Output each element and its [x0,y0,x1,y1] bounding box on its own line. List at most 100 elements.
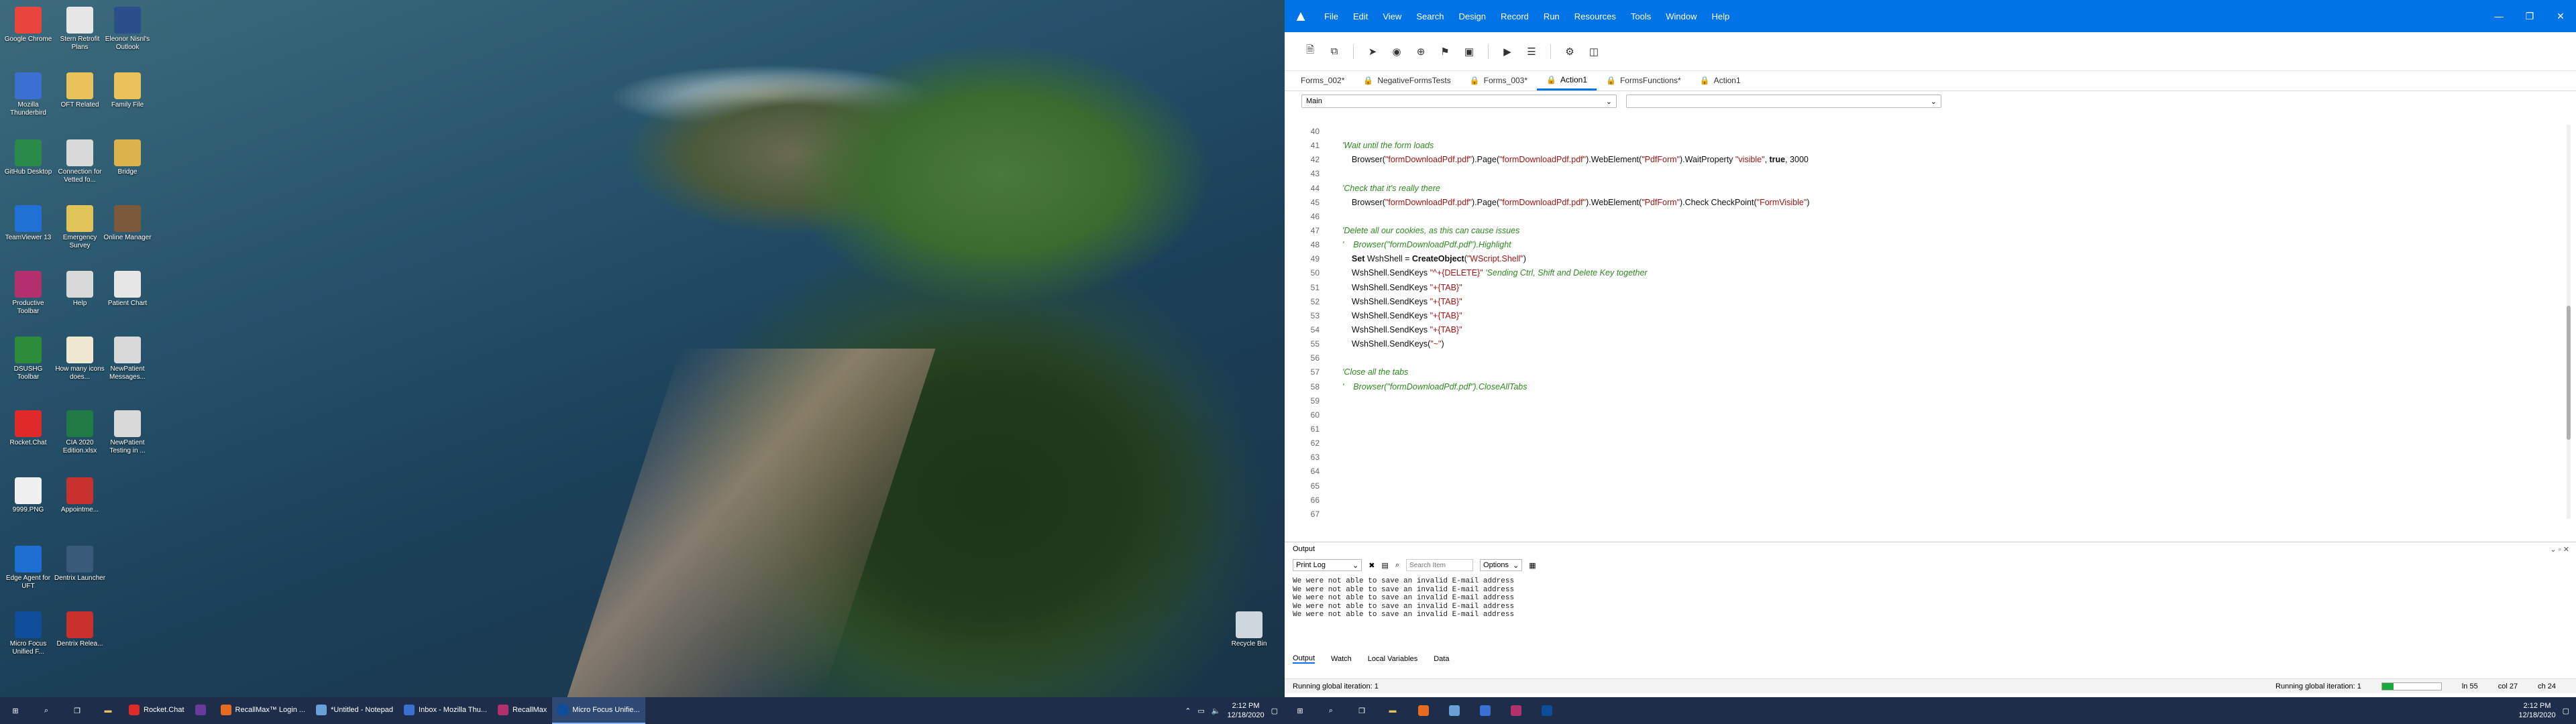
desktop-icon[interactable]: Connection for Vetted fo... [54,139,106,184]
desktop-icon[interactable]: Patient Chart [101,271,154,308]
spy-icon[interactable]: ⊕ [1410,42,1432,62]
desktop-icon[interactable]: Emergency Survey [54,205,106,250]
taskbar-app[interactable] [1408,697,1439,724]
desktop-icon[interactable]: Bridge [101,139,154,176]
taskbar-app[interactable]: Rocket.Chat [123,697,190,724]
log-source-combo[interactable]: Print Log ⌄ [1293,559,1362,571]
menu-item-help[interactable]: Help [1705,0,1737,32]
output-tab-output[interactable]: Output [1293,654,1316,664]
desktop-icon[interactable]: NewPatient Messages... [101,337,154,381]
layout-icon[interactable]: ◫ [1583,42,1605,62]
member-combo[interactable]: ⌄ [1626,95,1941,108]
desktop-icon[interactable]: Productive Toolbar [2,271,54,316]
desktop-icon[interactable]: Recycle Bin [1223,611,1275,648]
taskbar-app[interactable] [1501,697,1532,724]
desktop-icon[interactable]: Eleonor Nisnl's Outlook [101,7,154,52]
task-view-icon[interactable]: ❐ [62,697,93,724]
save-icon[interactable]: 🗎 [1299,42,1321,62]
menu-item-run[interactable]: Run [1536,0,1567,32]
checkpoint-icon[interactable]: ⚑ [1434,42,1456,62]
document-tab[interactable]: 🔒 Forms_003* [1460,70,1537,90]
desktop-icon[interactable]: Micro Focus Unified F... [2,611,54,656]
editor-scrollbar[interactable] [2567,125,2571,519]
desktop-icon[interactable]: CIA 2020 Edition.xlsx [54,410,106,455]
taskbar-app[interactable]: RecallMax [492,697,552,724]
export-icon[interactable]: ▦ [1529,561,1536,570]
desktop-icon[interactable]: Appointme... [54,477,106,514]
list-icon[interactable]: ☰ [1521,42,1542,62]
clock[interactable]: 2:12 PM 12/18/2020 [2519,701,2556,720]
menu-item-window[interactable]: Window [1658,0,1704,32]
minimize-button[interactable]: — [2483,0,2514,32]
document-tab[interactable]: 🔒 NegativeFormsTests [1354,70,1460,90]
desktop-icon[interactable]: Rocket.Chat [2,410,54,447]
record-icon[interactable]: ◉ [1386,42,1407,62]
volume-icon[interactable]: 🔈 [1212,707,1221,715]
object-repo-icon[interactable]: ▣ [1458,42,1480,62]
desktop-icon[interactable]: TeamViewer 13 [2,205,54,242]
output-tab-watch[interactable]: Watch [1331,655,1352,663]
app-logo-icon[interactable]: ▲ [1285,0,1317,32]
document-tab[interactable]: 🔒 Action1 [1690,70,1750,90]
editor-scroll-thumb[interactable] [2567,306,2571,440]
gear-icon[interactable]: ⚙ [1559,42,1580,62]
output-tab-local-variables[interactable]: Local Variables [1368,655,1417,663]
taskbar-app[interactable] [1470,697,1501,724]
search-icon[interactable]: ⌕ [1316,697,1346,724]
desktop-icon[interactable]: Help [54,271,106,308]
document-tab[interactable]: 🔒 Action1 [1537,70,1597,90]
output-tab-data[interactable]: Data [1434,655,1449,663]
desktop-icon[interactable]: 9999.PNG [2,477,54,514]
document-tab[interactable]: Forms_002* [1291,70,1354,90]
tray-chevron-icon[interactable]: ⌃ [1185,707,1191,715]
task-view-icon[interactable]: ❐ [1346,697,1377,724]
menu-item-edit[interactable]: Edit [1346,0,1375,32]
menu-item-design[interactable]: Design [1452,0,1493,32]
desktop-icon[interactable]: OFT Related [54,72,106,109]
desktop-icon[interactable]: Stern Retrofit Plans [54,7,106,52]
taskbar-app[interactable]: Micro Focus Unifie... [552,697,645,724]
menu-item-file[interactable]: File [1317,0,1346,32]
pointer-icon[interactable]: ➤ [1362,42,1383,62]
menu-item-tools[interactable]: Tools [1623,0,1658,32]
function-combo[interactable]: Main ⌄ [1301,95,1617,108]
code-area[interactable]: 'Wait until the form loads Browser("form… [1342,125,2563,522]
network-icon[interactable]: ▭ [1197,707,1204,715]
clock[interactable]: 2:12 PM 12/18/2020 [1228,701,1265,720]
desktop-icon[interactable]: DSUSHG Toolbar [2,337,54,381]
search-icon[interactable]: ⌕ [31,697,62,724]
desktop-icon[interactable]: Family File [101,72,154,109]
desktop-icon[interactable]: Edge Agent for UFT [2,546,54,591]
document-tab[interactable]: 🔒 FormsFunctions* [1597,70,1690,90]
run-icon[interactable]: ▶ [1497,42,1518,62]
taskbar-app[interactable]: *Untitled - Notepad [311,697,398,724]
close-button[interactable]: ✕ [2545,0,2576,32]
panel-controls-icon[interactable]: ⌄ ▫ ✕ [2551,545,2576,554]
desktop-icon[interactable]: GitHub Desktop [2,139,54,176]
taskbar-app[interactable] [1439,697,1470,724]
desktop-icon[interactable]: Google Chrome [2,7,54,44]
notification-icon[interactable]: ▢ [1271,707,1278,715]
file-explorer-icon[interactable]: ▬ [1377,697,1408,724]
options-dropdown[interactable]: Options ⌄ [1480,559,1523,571]
taskbar-app[interactable] [1532,697,1562,724]
file-explorer-icon[interactable]: ▬ [93,697,123,724]
code-editor[interactable]: 40 41 42 43 44 45 46 47 48 49 50 51 52 53 54 55 56 57 58 59… [1285,125,2576,519]
output-search-input[interactable] [1406,559,1474,571]
copy-icon[interactable]: ⧉ [1324,42,1345,62]
menu-item-resources[interactable]: Resources [1567,0,1623,32]
restore-button[interactable]: ❐ [2514,0,2545,32]
wrap-icon[interactable]: ▤ [1381,561,1388,570]
desktop-icon[interactable]: NewPatient Testing in ... [101,410,154,455]
menu-item-record[interactable]: Record [1493,0,1536,32]
menu-item-view[interactable]: View [1375,0,1409,32]
desktop-icon[interactable]: How many icons does... [54,337,106,381]
desktop-icon[interactable]: Dentrix Launcher [54,546,106,583]
taskbar-app[interactable]: Inbox - Mozilla Thu... [398,697,492,724]
taskbar-app[interactable]: RecallMax™ Login ... [215,697,311,724]
desktop-icon[interactable]: Mozilla Thunderbird [2,72,54,117]
taskbar-app[interactable] [190,697,215,724]
menu-item-search[interactable]: Search [1409,0,1451,32]
clear-icon[interactable]: ✖ [1368,561,1375,570]
notification-icon[interactable]: ▢ [2563,707,2569,715]
